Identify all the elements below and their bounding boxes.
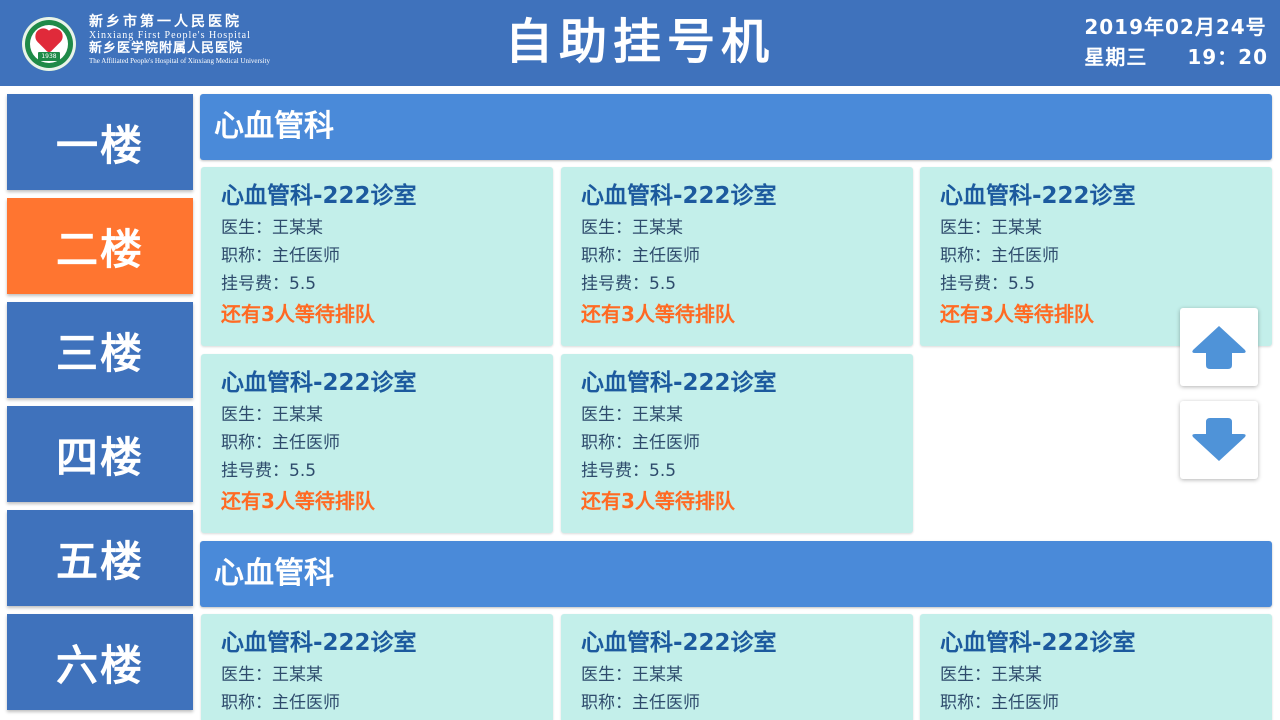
date-text: 2019年02月24号 — [1084, 15, 1267, 39]
logo-year: 1938 — [38, 52, 60, 61]
doctor-name: 医生：王某某 — [221, 665, 323, 685]
floor-button-4[interactable]: 四楼 — [7, 406, 193, 502]
registration-fee: 挂号费：5.5 — [221, 274, 317, 294]
doctor-name: 医生：王某某 — [940, 218, 1042, 238]
affiliation-cn: 新乡医学院附属人民医院 — [89, 41, 244, 56]
department-header: 心血管科 — [200, 94, 1272, 160]
weekday-text: 星期三 — [1084, 45, 1148, 69]
registration-fee: 挂号费：5.5 — [581, 461, 677, 481]
clinic-card[interactable]: 心血管科-222诊室 医生：王某某 职称：主任医师 挂号费：5.5 还有3人等待… — [201, 167, 553, 346]
scroll-up-button[interactable] — [1180, 308, 1258, 386]
scroll-down-button[interactable] — [1180, 401, 1258, 479]
hospital-name-block: 新乡市第一人民医院 Xinxiang First People's Hospit… — [89, 14, 289, 66]
doctor-name: 医生：王某某 — [581, 405, 683, 425]
clinic-card[interactable]: 心血管科-222诊室 医生：王某某 职称：主任医师 挂号费：5.5 还有3人等待… — [561, 167, 913, 346]
clinic-card[interactable]: 心血管科-222诊室 医生：王某某 职称：主任医师 — [201, 614, 553, 720]
doctor-name: 医生：王某某 — [581, 218, 683, 238]
page-title: 自助挂号机 — [504, 14, 775, 70]
queue-status: 还有3人等待排队 — [221, 489, 375, 513]
header-bar: 1938 新乡市第一人民医院 Xinxiang First People's H… — [0, 0, 1280, 86]
floor-button-1[interactable]: 一楼 — [7, 94, 193, 190]
clinic-card[interactable]: 心血管科-222诊室 医生：王某某 职称：主任医师 挂号费：5.5 还有3人等待… — [561, 354, 913, 533]
doctor-rank: 职称：主任医师 — [221, 693, 340, 713]
clinic-card[interactable]: 心血管科-222诊室 医生：王某某 职称：主任医师 挂号费：5.5 还有3人等待… — [201, 354, 553, 533]
doctor-rank: 职称：主任医师 — [221, 433, 340, 453]
clinic-title: 心血管科-222诊室 — [221, 370, 417, 396]
clinic-title: 心血管科-222诊室 — [221, 630, 417, 656]
doctor-rank: 职称：主任医师 — [581, 693, 700, 713]
registration-fee: 挂号费：5.5 — [221, 461, 317, 481]
registration-fee: 挂号费：5.5 — [940, 274, 1036, 294]
clinic-title: 心血管科-222诊室 — [581, 183, 777, 209]
affiliation-en: The Affiliated People's Hospital of Xinx… — [89, 57, 270, 65]
doctor-rank: 职称：主任医师 — [581, 433, 700, 453]
hospital-name-cn: 新乡市第一人民医院 — [89, 14, 242, 30]
doctor-rank: 职称：主任医师 — [221, 246, 340, 266]
doctor-name: 医生：王某某 — [221, 218, 323, 238]
clinic-card[interactable]: 心血管科-222诊室 医生：王某某 职称：主任医师 — [561, 614, 913, 720]
clinic-title: 心血管科-222诊室 — [581, 370, 777, 396]
department-header: 心血管科 — [200, 541, 1272, 607]
hospital-logo: 1938 — [22, 17, 76, 71]
floor-button-5[interactable]: 五楼 — [7, 510, 193, 606]
queue-status: 还有3人等待排队 — [221, 302, 375, 326]
queue-status: 还有3人等待排队 — [581, 489, 735, 513]
doctor-name: 医生：王某某 — [221, 405, 323, 425]
datetime-block: 2019年02月24号 星期三 19：20 — [1084, 14, 1268, 70]
doctor-rank: 职称：主任医师 — [940, 693, 1059, 713]
floor-button-2[interactable]: 二楼 — [7, 198, 193, 294]
clinic-title: 心血管科-222诊室 — [581, 630, 777, 656]
heart-icon — [37, 30, 61, 54]
arrow-up-icon — [1192, 326, 1246, 369]
clinic-title: 心血管科-222诊室 — [940, 183, 1136, 209]
floor-button-3[interactable]: 三楼 — [7, 302, 193, 398]
clock-text: 19：20 — [1187, 45, 1268, 69]
registration-fee: 挂号费：5.5 — [581, 274, 677, 294]
doctor-rank: 职称：主任医师 — [940, 246, 1059, 266]
hospital-name-en: Xinxiang First People's Hospital — [89, 30, 251, 41]
clinic-title: 心血管科-222诊室 — [940, 630, 1136, 656]
queue-status: 还有3人等待排队 — [581, 302, 735, 326]
clinic-title: 心血管科-222诊室 — [221, 183, 417, 209]
floor-button-6[interactable]: 六楼 — [7, 614, 193, 710]
arrow-down-icon — [1192, 418, 1246, 461]
doctor-name: 医生：王某某 — [940, 665, 1042, 685]
doctor-rank: 职称：主任医师 — [581, 246, 700, 266]
clinic-card[interactable]: 心血管科-222诊室 医生：王某某 职称：主任医师 — [920, 614, 1272, 720]
doctor-name: 医生：王某某 — [581, 665, 683, 685]
